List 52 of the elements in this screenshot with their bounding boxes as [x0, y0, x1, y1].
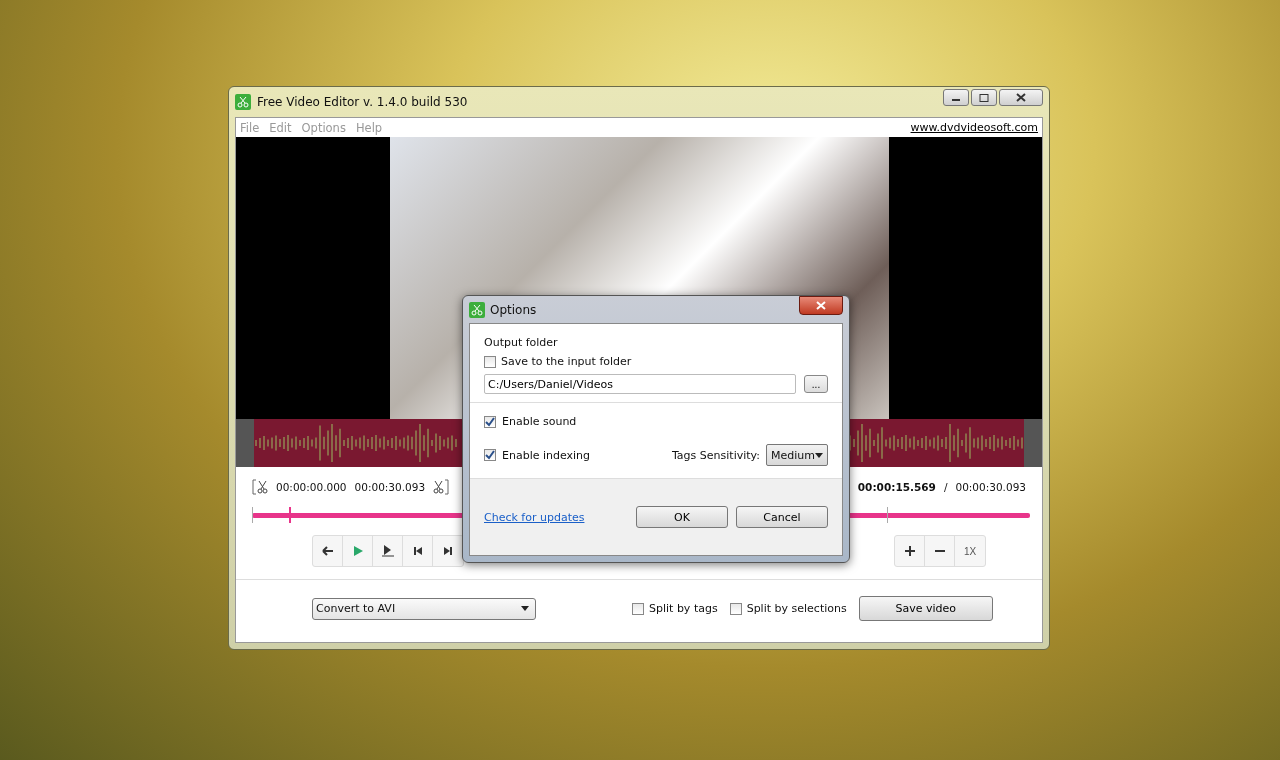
scissors-icon: [433, 479, 450, 495]
checkbox[interactable]: [729, 602, 742, 615]
selection-end-time: 00:00:30.093: [354, 481, 426, 493]
close-icon: [816, 301, 826, 310]
maximize-icon: [979, 93, 989, 102]
minimize-button[interactable]: [943, 89, 969, 106]
caret-icon: [815, 452, 823, 458]
checkbox-label: Split by selections: [746, 602, 847, 615]
checkmark-icon: [485, 416, 495, 427]
sensitivity-dropdown[interactable]: Medium: [766, 444, 828, 466]
close-button[interactable]: [799, 296, 843, 315]
scissors-icon: [235, 94, 251, 110]
selection-start-time: 00:00:00.000: [276, 481, 347, 493]
format-dropdown[interactable]: Convert to AVI: [312, 597, 536, 620]
time-separator: /: [943, 481, 948, 493]
sensitivity-label: Tags Sensitivity:: [671, 448, 760, 462]
checkbox-label: Enable indexing: [502, 448, 591, 462]
checkbox-label: Split by tags: [649, 602, 718, 615]
checkbox[interactable]: [632, 602, 644, 615]
maximize-button[interactable]: [971, 89, 997, 106]
speed-button[interactable]: 1X: [955, 536, 985, 566]
play-icon: [381, 545, 394, 557]
current-time: 00:00:15.569: [857, 481, 936, 493]
skip-forward-icon: [442, 545, 454, 557]
close-icon: [1016, 93, 1026, 102]
skip-back-icon: [411, 545, 424, 557]
left-arrow-icon: [321, 545, 334, 557]
checkbox[interactable]: [484, 355, 496, 368]
checkbox[interactable]: [484, 415, 496, 428]
section-label: Output folder: [484, 336, 559, 349]
dialog-title: Options: [490, 302, 538, 317]
total-time: 00:00:30.093: [955, 481, 1026, 493]
checkbox-label: Save to the input folder: [501, 355, 632, 368]
browse-button[interactable]: ...: [804, 375, 828, 393]
trim-handle[interactable]: [1024, 419, 1042, 467]
plus-icon: [904, 546, 915, 556]
dialog-button[interactable]: Cancel: [736, 506, 828, 528]
dialog-button[interactable]: OK: [636, 506, 728, 528]
scissors-icon: [469, 301, 485, 318]
check-updates-link[interactable]: Check for updates: [484, 510, 585, 524]
save-video-button[interactable]: Save video: [858, 596, 993, 621]
trim-handle[interactable]: [236, 419, 254, 467]
scissors-icon: [252, 479, 268, 495]
caret-icon: [521, 606, 529, 611]
close-button[interactable]: [999, 89, 1043, 106]
folder-path-field[interactable]: C:/Users/Daniel/Videos: [484, 374, 796, 394]
play-icon: [351, 545, 364, 557]
website-link[interactable]: www.dvdvideosoft.com: [910, 121, 1038, 134]
checkmark-icon: [485, 450, 495, 460]
window-title: Free Video Editor v. 1.4.0 build 530: [257, 95, 469, 109]
checkbox[interactable]: [484, 449, 496, 461]
checkbox-label: Enable sound: [502, 415, 577, 428]
